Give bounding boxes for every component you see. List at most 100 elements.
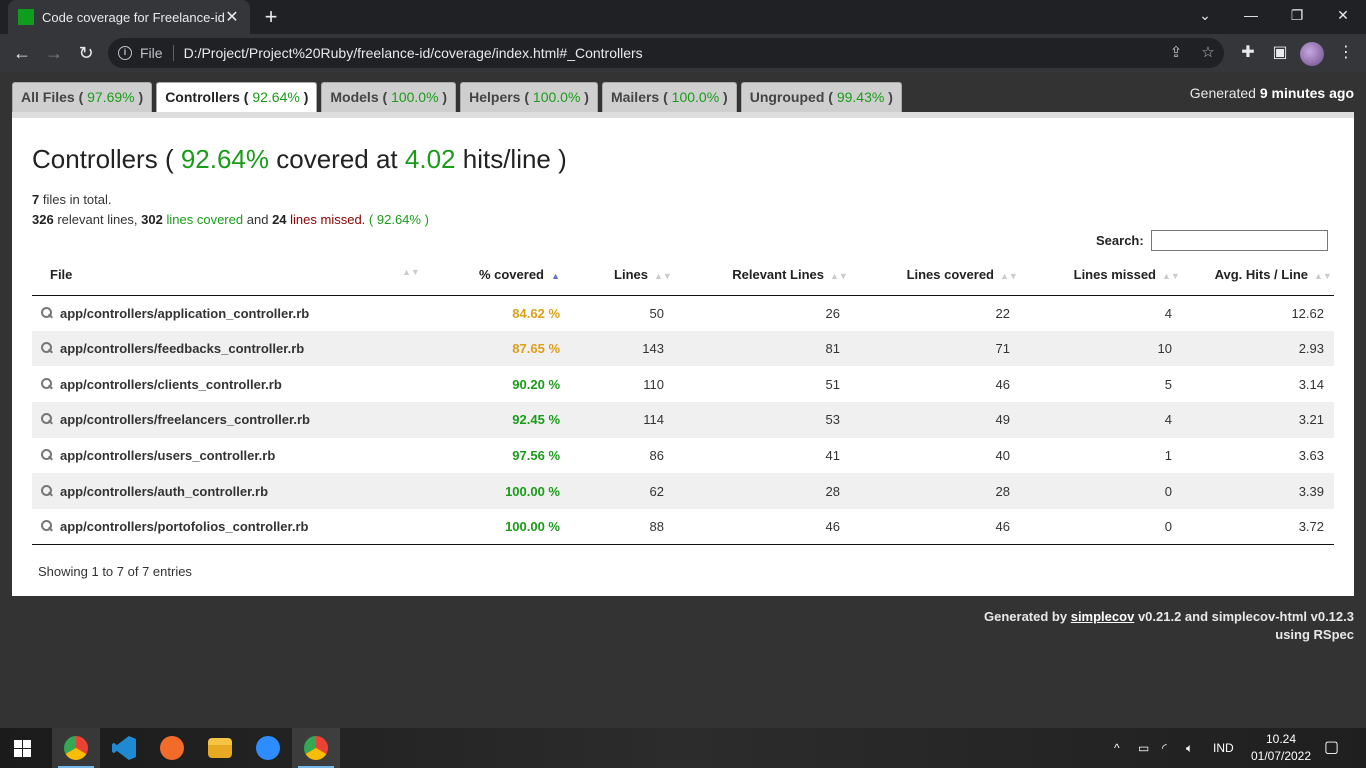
browser-tab[interactable]: Code coverage for Freelance-id ✕ (8, 0, 250, 34)
restore-icon[interactable]: ❐ (1274, 0, 1320, 32)
tab-label: Mailers (610, 89, 660, 105)
file-cell[interactable]: app/controllers/portofolios_controller.r… (32, 509, 422, 546)
sublime-taskbar-icon[interactable] (148, 728, 196, 768)
col-header-relevant[interactable]: Relevant Lines ▲▼ (674, 255, 850, 296)
title-suffix: hits/line (462, 144, 551, 174)
lines-covered-cell: 71 (850, 330, 1020, 367)
url-text[interactable]: D:/Project/Project%20Ruby/freelance-id/c… (184, 45, 643, 61)
file-cell[interactable]: app/controllers/application_controller.r… (32, 295, 422, 331)
lines-cell: 88 (570, 509, 674, 546)
favicon-icon (18, 9, 34, 25)
header-label: Lines missed (1073, 267, 1156, 283)
lines-cell: 110 (643, 376, 664, 392)
tab-helpers[interactable]: Helpers ( 100.0% ) (460, 82, 598, 112)
file-cell[interactable]: app/controllers/users_controller.rb (32, 438, 422, 474)
col-header-lines-covered[interactable]: Lines covered ▲▼ (850, 255, 1020, 296)
bookmark-star-icon[interactable]: ☆ (1194, 38, 1222, 68)
file-cell[interactable]: app/controllers/auth_controller.rb (32, 473, 422, 510)
tab-pct: 92.64% (252, 89, 300, 105)
address-bar[interactable]: i File D:/Project/Project%20Ruby/freelan… (108, 38, 1224, 68)
file-explorer-taskbar-icon[interactable] (196, 728, 244, 768)
tab-label: Ungrouped (749, 89, 825, 105)
close-window-icon[interactable]: ✕ (1320, 0, 1366, 32)
lines-covered-cell: 46 (850, 509, 1020, 546)
avg-hits-cell: 2.93 (1182, 330, 1334, 367)
clock-date: 01/07/2022 (1250, 749, 1312, 763)
browser-tabbar: Code coverage for Freelance-id ✕ + ⌄ — ❐… (0, 0, 1366, 34)
simplecov-link[interactable]: simplecov (1071, 609, 1135, 624)
missed-cell: 4 (1020, 402, 1182, 438)
tab-mailers[interactable]: Mailers ( 100.0% ) (601, 82, 737, 112)
show-hidden-icons-icon[interactable]: ^ (1114, 728, 1120, 768)
tab-label: Controllers (165, 89, 240, 105)
share-icon[interactable]: ⇪ (1162, 38, 1190, 68)
missed-count: 24 (272, 212, 287, 227)
header-label: Lines covered (906, 267, 994, 283)
side-panel-icon[interactable]: ▣ (1266, 39, 1294, 67)
battery-icon[interactable]: ▭ (1138, 728, 1149, 768)
info-icon[interactable]: i (118, 46, 132, 60)
chrome-profile-taskbar-icon[interactable] (292, 728, 340, 768)
tab-search-icon[interactable]: ⌄ (1182, 0, 1228, 32)
chrome-taskbar-icon[interactable] (52, 728, 100, 768)
lines-cell: 86 (649, 448, 664, 464)
file-link[interactable]: app/controllers/clients_controller.rb (60, 377, 282, 392)
close-tab-icon[interactable]: ✕ (224, 7, 240, 27)
tab-controllers[interactable]: Controllers ( 92.64% ) (156, 82, 318, 114)
reload-icon[interactable]: ↻ (72, 39, 100, 67)
files-total: 7 files in total. (32, 192, 112, 207)
col-header-avg-hits[interactable]: Avg. Hits / Line ▲▼ (1182, 255, 1334, 296)
tab-models[interactable]: Models ( 100.0% ) (321, 82, 457, 112)
covered-cell: 100.00 % (422, 509, 570, 546)
sort-icon: ▲▼ (1000, 270, 1018, 281)
extensions-icon[interactable]: ✚ (1234, 39, 1262, 67)
back-icon[interactable]: ← (8, 39, 36, 67)
zoom-taskbar-icon[interactable] (244, 728, 292, 768)
language-indicator[interactable]: IND (1213, 728, 1234, 768)
group-coverage-pct: 92.64% (180, 144, 270, 174)
tab-ungrouped[interactable]: Ungrouped ( 99.43% ) (740, 82, 902, 112)
magnifier-icon (40, 377, 52, 390)
search-input[interactable] (1151, 230, 1328, 251)
minimize-icon[interactable]: — (1228, 0, 1274, 32)
col-header-file[interactable]: File ▲▼ (32, 255, 422, 296)
volume-icon[interactable]: 🔈︎ (1186, 728, 1193, 768)
wifi-icon[interactable]: ◜ (1162, 728, 1167, 768)
lines-covered-cell: 40 (995, 448, 1010, 464)
avg-hits-cell: 3.21 (1182, 402, 1334, 438)
windows-start-icon[interactable] (14, 740, 31, 757)
col-header-covered[interactable]: % covered ▲ (422, 255, 570, 296)
file-link[interactable]: app/controllers/auth_controller.rb (60, 484, 268, 499)
col-header-lines[interactable]: Lines ▲▼ (570, 255, 674, 296)
covered-cell: 90.20 % (512, 376, 560, 392)
file-cell[interactable]: app/controllers/freelancers_controller.r… (32, 402, 422, 438)
sort-icon: ▲▼ (654, 270, 672, 281)
covered-cell: 92.45 % (422, 402, 570, 438)
summary-pct: 92.64% (376, 212, 421, 227)
relevant-cell: 53 (674, 402, 850, 438)
menu-icon[interactable]: ⋮ (1332, 39, 1360, 67)
covered-text: lines covered (166, 212, 244, 227)
tab-all-files[interactable]: All Files ( 97.69% ) (12, 82, 153, 112)
profile-avatar[interactable] (1300, 42, 1324, 66)
col-header-missed[interactable]: Lines missed ▲▼ (1020, 255, 1182, 296)
relevant-cell: 26 (825, 305, 840, 321)
footer-versions: v0.21.2 and simplecov-html v0.12.3 (1137, 609, 1354, 624)
file-link[interactable]: app/controllers/freelancers_controller.r… (60, 412, 310, 427)
file-link[interactable]: app/controllers/feedbacks_controller.rb (60, 341, 304, 356)
new-tab-icon[interactable]: + (258, 4, 284, 30)
header-label: Relevant Lines (732, 267, 824, 283)
file-cell[interactable]: app/controllers/feedbacks_controller.rb (32, 330, 422, 367)
file-link[interactable]: app/controllers/users_controller.rb (60, 448, 275, 463)
tab-pct: 99.43% (836, 89, 885, 105)
vscode-taskbar-icon[interactable] (100, 728, 148, 768)
notifications-icon[interactable]: ▢ (1324, 728, 1339, 768)
file-link[interactable]: app/controllers/portofolios_controller.r… (60, 519, 308, 534)
forward-icon[interactable]: → (40, 39, 68, 67)
taskbar-clock[interactable]: 10.24 01/07/2022 (1246, 731, 1316, 765)
file-cell[interactable]: app/controllers/clients_controller.rb (32, 366, 422, 402)
file-link[interactable]: app/controllers/application_controller.r… (60, 306, 309, 321)
omnibox-divider (172, 45, 174, 61)
missed-cell: 0 (1020, 473, 1182, 510)
avg-hits-cell: 12.62 (1291, 305, 1324, 321)
